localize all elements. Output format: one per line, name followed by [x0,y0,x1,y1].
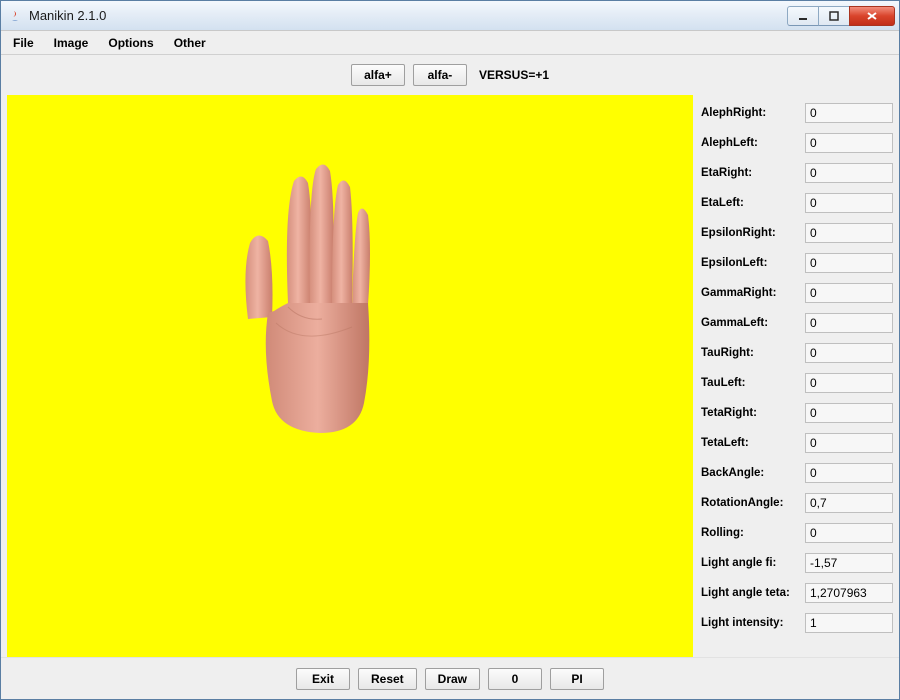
property-input[interactable] [805,283,893,303]
close-icon [866,11,878,21]
property-label: EtaLeft: [701,197,801,209]
property-input[interactable] [805,403,893,423]
property-input[interactable] [805,253,893,273]
window-controls [788,6,895,26]
titlebar: Manikin 2.1.0 [1,1,899,31]
property-label: TauLeft: [701,377,801,389]
property-input[interactable] [805,373,893,393]
minimize-icon [798,11,808,21]
menu-options[interactable]: Options [98,33,163,53]
property-input[interactable] [805,223,893,243]
window-title: Manikin 2.1.0 [29,8,788,23]
property-row: EtaRight: [701,159,893,187]
property-input[interactable] [805,133,893,153]
draw-button[interactable]: Draw [425,668,480,690]
property-label: Light angle fi: [701,557,801,569]
property-input[interactable] [805,313,893,333]
property-row: Light intensity: [701,609,893,637]
reset-button[interactable]: Reset [358,668,417,690]
minimize-button[interactable] [787,6,819,26]
main-area: AlephRight: AlephLeft: EtaRight: EtaLeft: Ep… [1,95,899,657]
property-label: GammaRight: [701,287,801,299]
property-label: EtaRight: [701,167,801,179]
maximize-button[interactable] [818,6,850,26]
property-label: Light intensity: [701,617,801,629]
exit-button[interactable]: Exit [296,668,350,690]
property-input[interactable] [805,163,893,183]
menubar: File Image Options Other [1,31,899,55]
property-row: TauRight: [701,339,893,367]
alfa-minus-button[interactable]: alfa- [413,64,467,86]
versus-label: VERSUS=+1 [479,68,549,82]
property-label: Rolling: [701,527,801,539]
zero-button[interactable]: 0 [488,668,542,690]
property-row: AlephLeft: [701,129,893,157]
property-row: EpsilonLeft: [701,249,893,277]
property-label: Light angle teta: [701,587,801,599]
app-window: Manikin 2.1.0 File Image Options Other a… [0,0,900,700]
property-label: AlephRight: [701,107,801,119]
property-label: BackAngle: [701,467,801,479]
property-label: TauRight: [701,347,801,359]
java-icon [7,8,23,24]
properties-panel: AlephRight: AlephLeft: EtaRight: EtaLeft: Ep… [701,95,893,657]
property-row: TauLeft: [701,369,893,397]
alfa-plus-button[interactable]: alfa+ [351,64,405,86]
property-label: TetaLeft: [701,437,801,449]
property-row: EpsilonRight: [701,219,893,247]
property-input[interactable] [805,103,893,123]
property-input[interactable] [805,343,893,363]
menu-other[interactable]: Other [164,33,216,53]
maximize-icon [829,11,839,21]
property-label: TetaRight: [701,407,801,419]
pi-button[interactable]: PI [550,668,604,690]
property-row: RotationAngle: [701,489,893,517]
property-row: EtaLeft: [701,189,893,217]
property-label: RotationAngle: [701,497,801,509]
property-input[interactable] [805,613,893,633]
viewport-canvas[interactable] [7,95,693,657]
property-row: Light angle teta: [701,579,893,607]
property-row: TetaRight: [701,399,893,427]
property-label: EpsilonRight: [701,227,801,239]
property-input[interactable] [805,193,893,213]
property-input[interactable] [805,493,893,513]
property-row: AlephRight: [701,99,893,127]
close-button[interactable] [849,6,895,26]
property-label: EpsilonLeft: [701,257,801,269]
top-controls: alfa+ alfa- VERSUS=+1 [1,55,899,95]
menu-file[interactable]: File [3,33,44,53]
property-row: GammaLeft: [701,309,893,337]
property-row: Light angle fi: [701,549,893,577]
bottom-controls: Exit Reset Draw 0 PI [1,657,899,699]
property-row: TetaLeft: [701,429,893,457]
property-row: GammaRight: [701,279,893,307]
property-row: Rolling: [701,519,893,547]
property-input[interactable] [805,433,893,453]
property-input[interactable] [805,523,893,543]
property-input[interactable] [805,553,893,573]
property-label: AlephLeft: [701,137,801,149]
hand-model [202,151,402,441]
menu-image[interactable]: Image [44,33,99,53]
property-row: BackAngle: [701,459,893,487]
property-input[interactable] [805,463,893,483]
property-input[interactable] [805,583,893,603]
property-label: GammaLeft: [701,317,801,329]
